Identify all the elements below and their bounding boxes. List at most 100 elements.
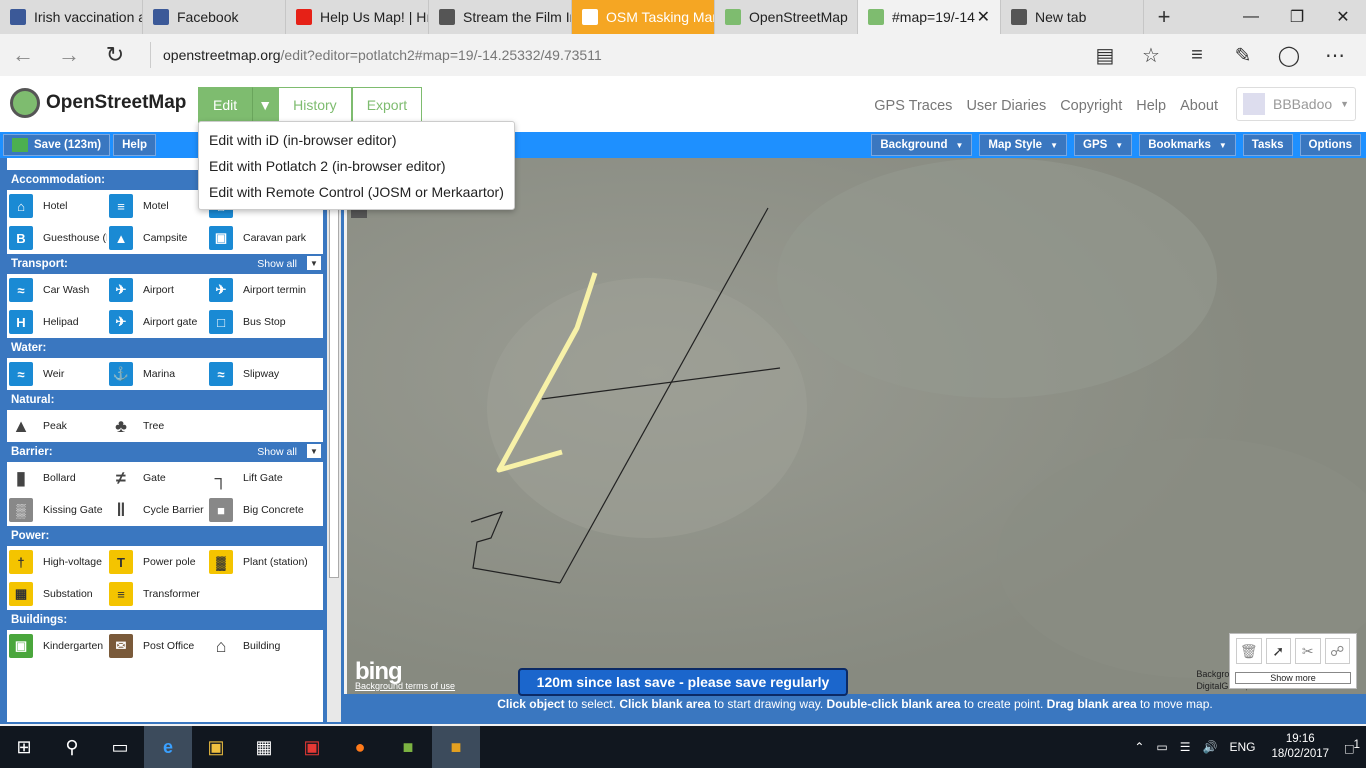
- feature-preset[interactable]: ✉ Post Office: [107, 634, 207, 658]
- history-button[interactable]: History: [278, 87, 352, 123]
- category-dropdown-icon[interactable]: ▼: [307, 444, 321, 458]
- edit-button[interactable]: Edit: [198, 87, 253, 123]
- browser-tab[interactable]: Help Us Map! | Hı: [286, 0, 429, 34]
- save-button[interactable]: Save (123m): [3, 134, 111, 156]
- clock[interactable]: 19:16 18/02/2017: [1271, 732, 1329, 762]
- menu-item-edit-id[interactable]: Edit with iD (in-browser editor): [199, 127, 514, 153]
- map-canvas[interactable]: bing Background terms of use Background …: [347, 158, 1366, 694]
- hub-icon[interactable]: ≡: [1174, 44, 1220, 67]
- wifi-icon[interactable]: ☰: [1180, 740, 1191, 754]
- feature-preset[interactable]: B Guesthouse (B: [7, 226, 107, 250]
- forward-icon[interactable]: →: [46, 34, 92, 76]
- feature-preset[interactable]: ▮ Bollard: [7, 466, 107, 490]
- help-link[interactable]: Help: [1136, 98, 1166, 114]
- app-multicolor-icon[interactable]: ■: [384, 726, 432, 768]
- app-active-icon[interactable]: ■: [432, 726, 480, 768]
- back-icon[interactable]: ←: [0, 34, 46, 76]
- merge-icon[interactable]: ☍: [1324, 638, 1350, 664]
- close-window-icon[interactable]: ✕: [1320, 0, 1366, 34]
- language-indicator[interactable]: ENG: [1229, 740, 1255, 754]
- direction-arrow-icon[interactable]: ➚: [1265, 638, 1291, 664]
- reading-view-icon[interactable]: ▤: [1082, 43, 1128, 68]
- gps-button[interactable]: GPS ▼: [1074, 134, 1133, 156]
- minimize-icon[interactable]: —: [1228, 0, 1274, 34]
- map-style-button[interactable]: Map Style ▼: [979, 134, 1067, 156]
- red-app-icon[interactable]: ▣: [288, 726, 336, 768]
- background-button[interactable]: Background ▼: [871, 134, 973, 156]
- tasks-button[interactable]: Tasks: [1242, 134, 1293, 156]
- battery-icon[interactable]: ▭: [1156, 740, 1167, 754]
- sidebar-scrollbar[interactable]: [327, 158, 341, 722]
- split-icon[interactable]: ✂: [1295, 638, 1321, 664]
- share-icon[interactable]: ◯: [1266, 43, 1312, 68]
- feature-preset[interactable]: ▒ Kissing Gate: [7, 498, 107, 522]
- menu-item-edit-remote[interactable]: Edit with Remote Control (JOSM or Merkaa…: [199, 179, 514, 205]
- new-tab-plus-icon[interactable]: +: [1144, 0, 1184, 34]
- edge-browser-icon[interactable]: e: [144, 726, 192, 768]
- feature-preset[interactable]: ≈ Weir: [7, 362, 107, 386]
- store-icon[interactable]: ▦: [240, 726, 288, 768]
- browser-tab[interactable]: OSM Tasking Mar: [572, 0, 715, 34]
- scrollbar-thumb[interactable]: [329, 158, 339, 578]
- web-note-icon[interactable]: ✎: [1220, 43, 1266, 68]
- feature-preset[interactable]: ▲ Peak: [7, 414, 107, 438]
- refresh-icon[interactable]: ↻: [92, 34, 138, 76]
- url-field[interactable]: openstreetmap.org/edit?editor=potlatch2#…: [150, 42, 1080, 68]
- about-link[interactable]: About: [1180, 98, 1218, 114]
- delete-icon[interactable]: 🗑: [1236, 638, 1262, 664]
- feature-preset[interactable]: ≡ Motel: [107, 194, 207, 218]
- feature-preset[interactable]: ┐ Lift Gate: [207, 466, 307, 490]
- bookmarks-button[interactable]: Bookmarks ▼: [1139, 134, 1236, 156]
- start-windows-icon[interactable]: ⊞: [0, 726, 48, 768]
- feature-preset[interactable]: H Helipad: [7, 310, 107, 334]
- browser-tab[interactable]: Facebook: [143, 0, 286, 34]
- browser-tab[interactable]: #map=19/-14 ✕: [858, 0, 1001, 34]
- osm-logo[interactable]: OpenStreetMap: [10, 88, 186, 118]
- volume-icon[interactable]: 🔊: [1203, 740, 1218, 754]
- feature-preset[interactable]: ▣ Caravan park: [207, 226, 307, 250]
- feature-preset[interactable]: ■ Big Concrete: [207, 498, 307, 522]
- feature-preset[interactable]: ⚓ Marina: [107, 362, 207, 386]
- feature-preset[interactable]: ▣ Kindergarten: [7, 634, 107, 658]
- copyright-link[interactable]: Copyright: [1060, 98, 1122, 114]
- feature-preset[interactable]: ▲ Campsite: [107, 226, 207, 250]
- user-menu[interactable]: BBBadoo ▼: [1236, 87, 1356, 121]
- gps-traces-link[interactable]: GPS Traces: [874, 98, 952, 114]
- export-button[interactable]: Export: [351, 87, 423, 123]
- show-all-link[interactable]: Show all: [257, 446, 297, 458]
- feature-preset[interactable]: □ Bus Stop: [207, 310, 307, 334]
- task-view-icon[interactable]: ▭: [96, 726, 144, 768]
- feature-preset[interactable]: ✈ Airport termin: [207, 278, 307, 302]
- feature-preset[interactable]: ≡ Transformer: [107, 582, 207, 606]
- feature-preset[interactable]: ▓ Plant (station): [207, 550, 307, 574]
- help-button[interactable]: Help: [113, 134, 157, 156]
- close-tab-icon[interactable]: ✕: [977, 7, 990, 27]
- file-explorer-icon[interactable]: ▣: [192, 726, 240, 768]
- tray-chevron-icon[interactable]: ⌃: [1134, 740, 1144, 754]
- restore-icon[interactable]: ❐: [1274, 0, 1320, 34]
- category-dropdown-icon[interactable]: ▼: [307, 256, 321, 270]
- edit-caret-icon[interactable]: ▼: [252, 87, 279, 123]
- browser-tab[interactable]: OpenStreetMap: [715, 0, 858, 34]
- feature-preset[interactable]: ≠ Gate: [107, 466, 207, 490]
- browser-tab[interactable]: Stream the Film Ir: [429, 0, 572, 34]
- browser-tab[interactable]: Irish vaccination a: [0, 0, 143, 34]
- user-diaries-link[interactable]: User Diaries: [966, 98, 1046, 114]
- feature-preset[interactable]: ✈ Airport gate: [107, 310, 207, 334]
- browser-tab[interactable]: New tab: [1001, 0, 1144, 34]
- menu-item-edit-potlatch[interactable]: Edit with Potlatch 2 (in-browser editor): [199, 153, 514, 179]
- favorite-star-icon[interactable]: ☆: [1128, 43, 1174, 68]
- feature-preset[interactable]: ⌂ Building: [207, 634, 307, 658]
- feature-preset[interactable]: ⌂ Hotel: [7, 194, 107, 218]
- feature-preset[interactable]: T Power pole: [107, 550, 207, 574]
- action-center-icon[interactable]: □1: [1345, 738, 1360, 757]
- feature-preset[interactable]: ▦ Substation: [7, 582, 107, 606]
- background-terms-link[interactable]: Background terms of use: [355, 681, 455, 691]
- firefox-icon[interactable]: ●: [336, 726, 384, 768]
- feature-preset[interactable]: † High-voltage: [7, 550, 107, 574]
- feature-preset[interactable]: ≈ Slipway: [207, 362, 307, 386]
- more-icon[interactable]: ⋯: [1312, 43, 1358, 68]
- search-icon[interactable]: ⚲: [48, 726, 96, 768]
- options-button[interactable]: Options: [1299, 134, 1361, 156]
- feature-preset[interactable]: ‖ Cycle Barrier: [107, 498, 207, 522]
